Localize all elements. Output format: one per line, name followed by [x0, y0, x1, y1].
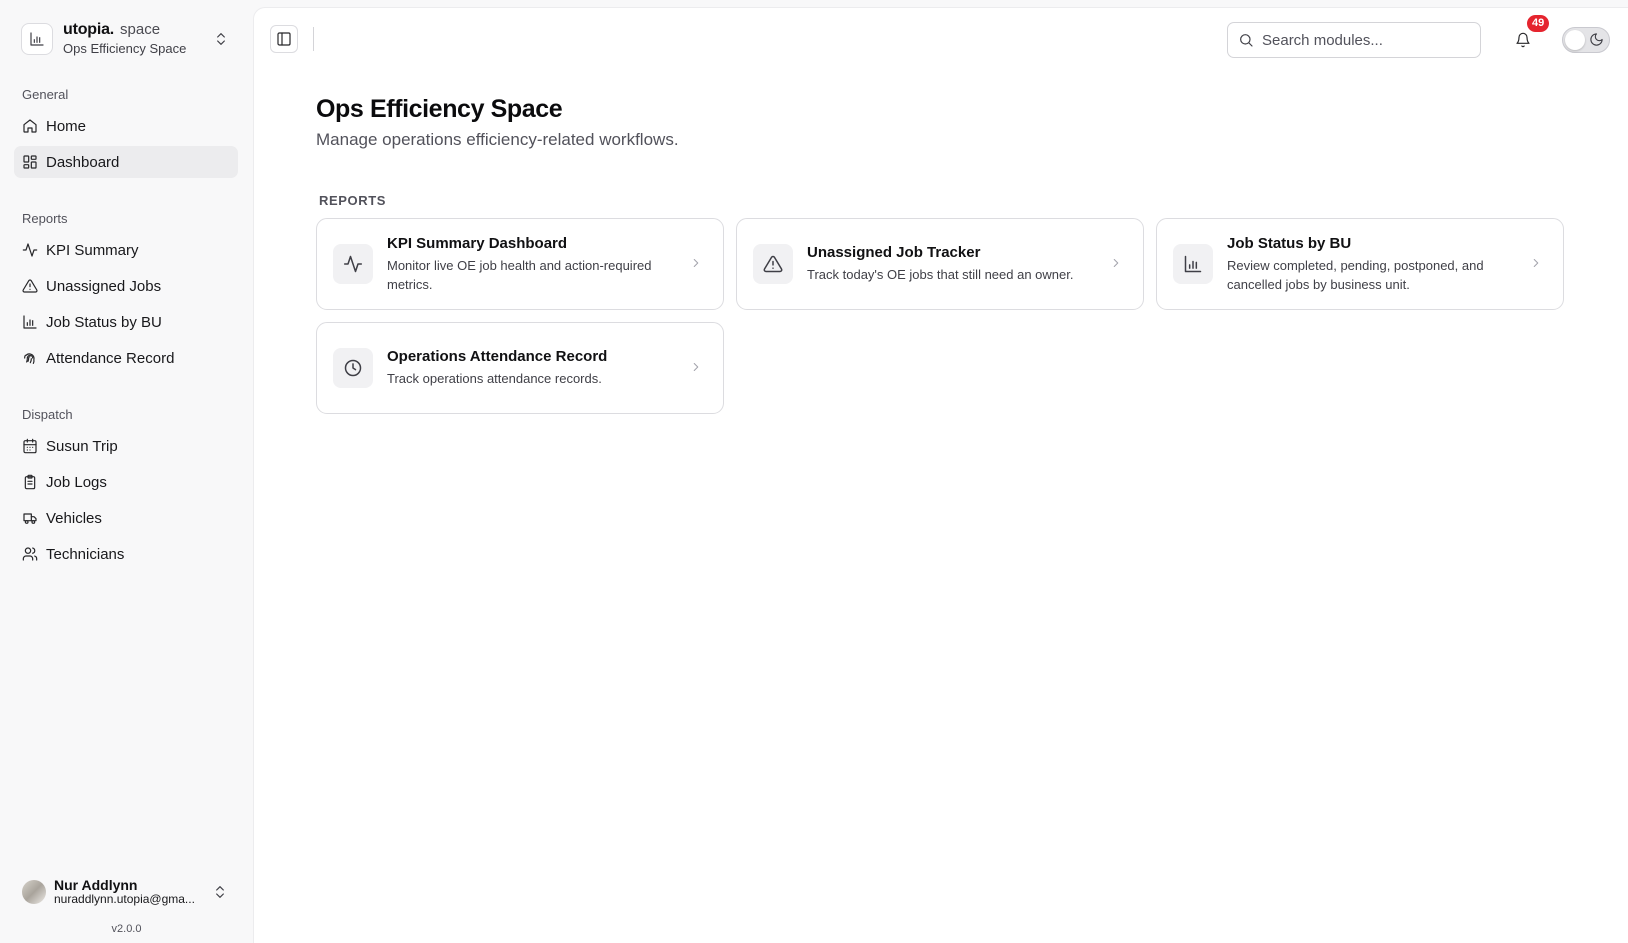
sidebar-item-susun-trip[interactable]: Susun Trip — [14, 430, 238, 462]
sidebar-item-label: Technicians — [46, 545, 125, 563]
card-title: Job Status by BU — [1227, 234, 1352, 252]
workspace-name: Ops Efficiency Space — [63, 41, 187, 57]
panel-left-icon — [276, 31, 292, 47]
sidebar-item-label: Unassigned Jobs — [46, 277, 162, 295]
sidebar-item-label: Home — [46, 117, 87, 135]
activity-icon — [333, 244, 373, 284]
sidebar-item-label: Job Logs — [46, 473, 107, 491]
card-description: Monitor live OE job health and action-re… — [387, 257, 652, 292]
activity-icon — [22, 242, 38, 258]
user-name: Nur Addlynn — [54, 877, 138, 894]
sidebar-item-job-status-by-bu[interactable]: Job Status by BU — [14, 306, 238, 338]
sidebar-item-vehicles[interactable]: Vehicles — [14, 502, 238, 534]
app-version: v2.0.0 — [111, 923, 142, 935]
sidebar-item-dashboard[interactable]: Dashboard — [14, 146, 238, 178]
page-title: Ops Efficiency Space — [316, 95, 563, 123]
sidebar-toggle-button[interactable] — [270, 25, 298, 53]
sidebar-item-technicians[interactable]: Technicians — [14, 538, 238, 570]
chevron-right-icon — [689, 256, 703, 270]
brand-tag: space — [120, 21, 161, 39]
sidebar-item-label: Susun Trip — [46, 437, 118, 455]
search-icon — [1238, 32, 1254, 48]
card-title: Operations Attendance Record — [387, 348, 608, 365]
sidebar-item-label: Vehicles — [46, 509, 102, 527]
nav-group-reports: Reports KPI Summary Unassigned Jobs Job … — [14, 208, 238, 374]
main-panel: 49 Ops Efficiency Space Manage operation… — [253, 7, 1628, 943]
sidebar-item-label: Attendance Record — [46, 349, 175, 367]
theme-toggle[interactable] — [1562, 27, 1610, 53]
layout-dashboard-icon — [22, 154, 38, 170]
card-description: Track today's OE jobs that still need an… — [807, 267, 1074, 282]
brand-name: utopia. — [63, 21, 115, 39]
user-menu[interactable]: Nur Addlynn nuraddlynn.utopia@gma... — [14, 872, 238, 912]
nav-group-general: General Home Dashboard — [14, 84, 238, 178]
sidebar-item-unassigned-jobs[interactable]: Unassigned Jobs — [14, 270, 238, 302]
card-title: Unassigned Job Tracker — [807, 244, 981, 261]
avatar — [22, 880, 46, 904]
truck-icon — [22, 510, 38, 526]
sidebar-item-home[interactable]: Home — [14, 110, 238, 142]
report-card-attendance-record[interactable]: Operations Attendance Record Track opera… — [316, 322, 724, 414]
sidebar-item-label: Dashboard — [46, 153, 120, 171]
sidebar-item-job-logs[interactable]: Job Logs — [14, 466, 238, 498]
workspace-switcher[interactable]: utopia. space Ops Efficiency Space — [13, 19, 243, 59]
nav-group-label: Dispatch — [22, 407, 73, 422]
calendar-icon — [22, 438, 38, 454]
notification-badge: 49 — [1527, 15, 1550, 32]
nav-group-dispatch: Dispatch Susun Trip Job Logs Vehicles Te… — [14, 404, 238, 570]
bar-chart-icon — [21, 23, 53, 55]
chevron-right-icon — [1109, 256, 1123, 270]
chevrons-up-down-icon — [212, 884, 228, 900]
chevron-right-icon — [689, 360, 703, 374]
sidebar-item-attendance-record[interactable]: Attendance Record — [14, 342, 238, 374]
card-description: Track operations attendance records. — [387, 371, 602, 386]
chevrons-up-down-icon — [213, 31, 229, 47]
moon-icon — [1589, 32, 1604, 47]
search-box[interactable] — [1227, 22, 1481, 58]
clock-icon — [333, 348, 373, 388]
topbar-divider — [313, 27, 314, 51]
toggle-knob — [1565, 30, 1585, 50]
warning-triangle-icon — [753, 244, 793, 284]
bar-chart-icon — [1173, 244, 1213, 284]
card-description: Review completed, pending, postponed, an… — [1227, 257, 1484, 292]
clipboard-list-icon — [22, 474, 38, 490]
sidebar-item-label: KPI Summary — [46, 241, 139, 259]
sidebar-item-label: Job Status by BU — [46, 313, 162, 331]
bell-icon — [1515, 32, 1531, 48]
section-label-reports: REPORTS — [319, 193, 387, 208]
sidebar: utopia. space Ops Efficiency Space Gener… — [0, 0, 253, 943]
report-card-job-status-by-bu[interactable]: Job Status by BU Review completed, pendi… — [1156, 218, 1564, 310]
fingerprint-icon — [22, 350, 38, 366]
home-icon — [22, 118, 38, 134]
search-input[interactable] — [1262, 31, 1462, 49]
warning-triangle-icon — [22, 278, 38, 294]
page-subtitle: Manage operations efficiency-related wor… — [316, 130, 679, 149]
report-card-kpi-summary[interactable]: KPI Summary Dashboard Monitor live OE jo… — [316, 218, 724, 310]
card-title: KPI Summary Dashboard — [387, 234, 568, 252]
users-icon — [22, 546, 38, 562]
sidebar-item-kpi-summary[interactable]: KPI Summary — [14, 234, 238, 266]
bar-chart-icon — [22, 314, 38, 330]
user-email: nuraddlynn.utopia@gma... — [54, 892, 195, 907]
chevron-right-icon — [1529, 256, 1543, 270]
nav-group-label: Reports — [22, 211, 68, 226]
nav-group-label: General — [22, 87, 69, 102]
report-card-unassigned-jobs[interactable]: Unassigned Job Tracker Track today's OE … — [736, 218, 1144, 310]
